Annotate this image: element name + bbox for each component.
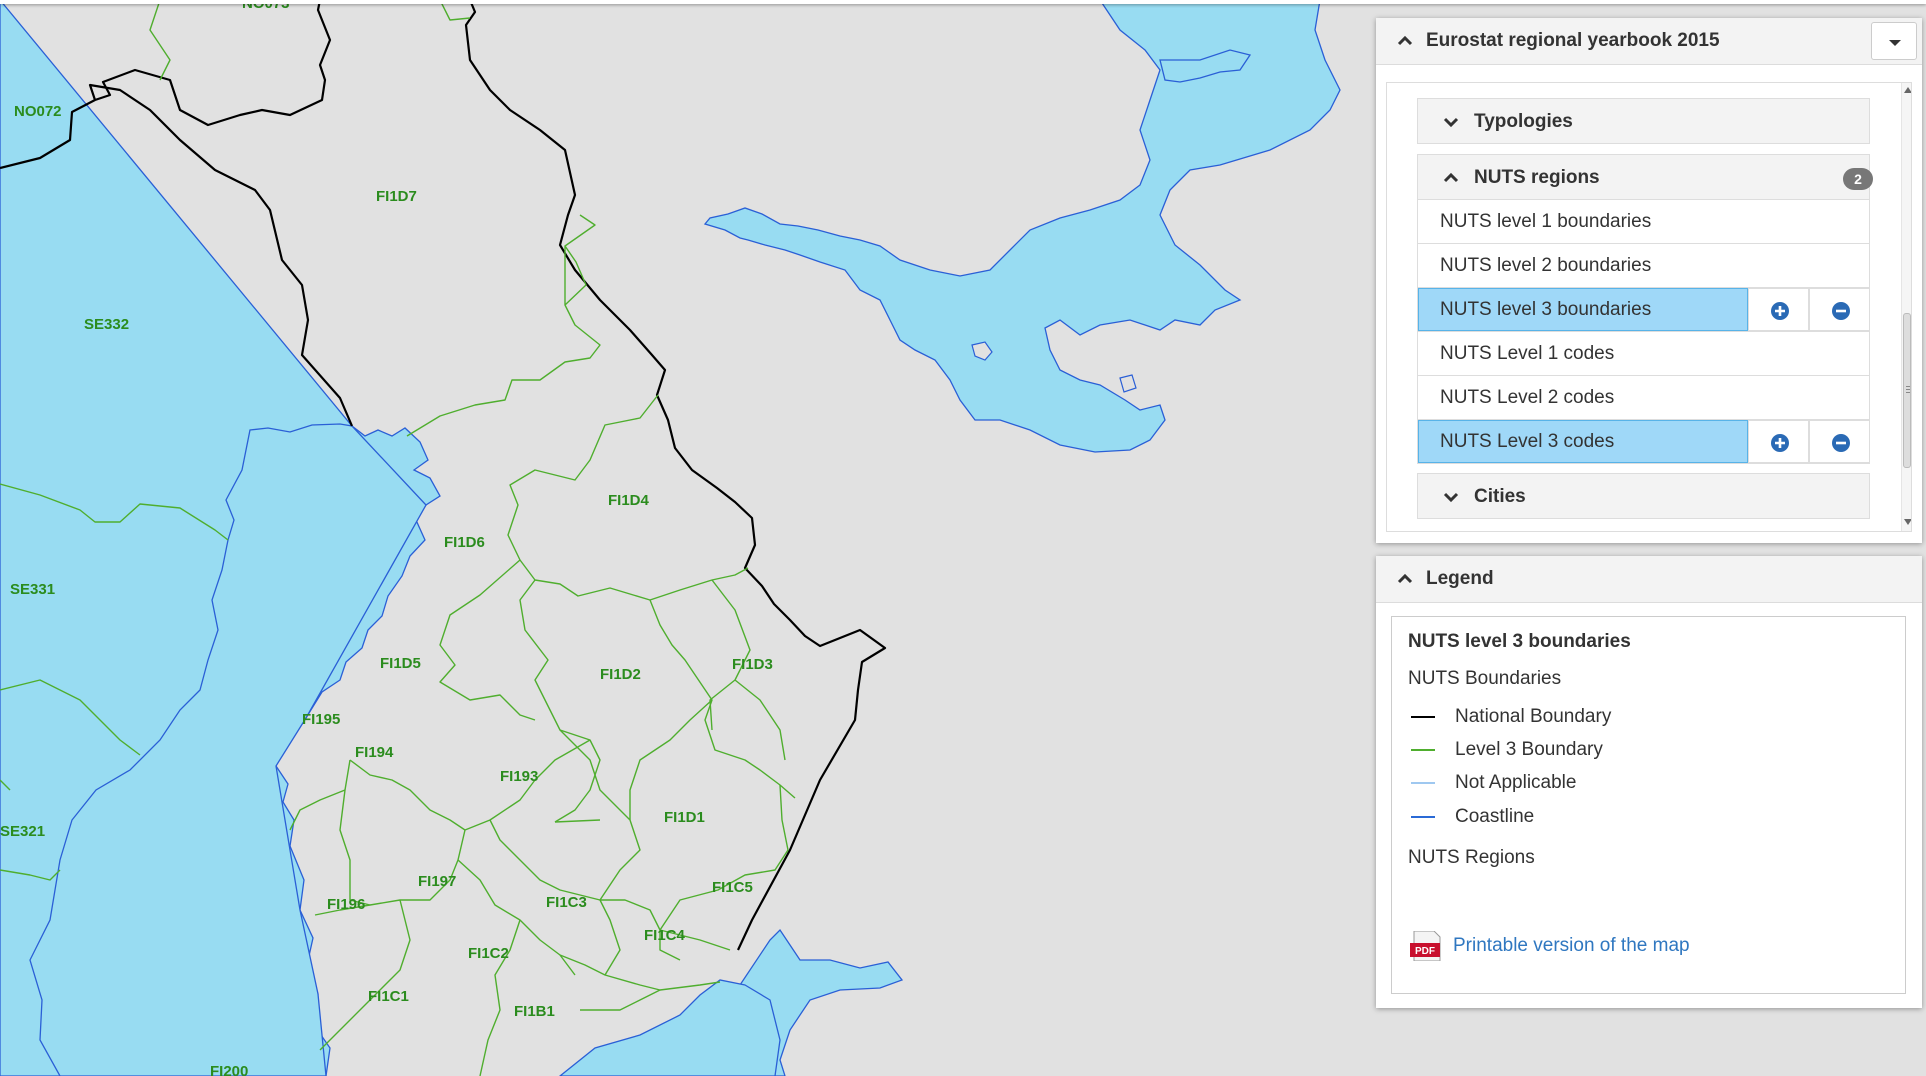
- layer-label: NUTS Level 3 codes: [1440, 431, 1615, 452]
- plus-circle-icon: [1771, 434, 1789, 452]
- layer-panel-header[interactable]: Eurostat regional yearbook 2015: [1376, 18, 1922, 65]
- minus-circle-icon: [1832, 302, 1850, 320]
- region-label: FI1D2: [600, 666, 641, 683]
- layer-label: NUTS Level 2 codes: [1440, 387, 1615, 408]
- region-label: FI1D1: [664, 809, 705, 826]
- scrollbar-thumb[interactable]: [1903, 313, 1911, 468]
- region-label: FI200: [210, 1063, 248, 1076]
- region-label: FI1D5: [380, 655, 421, 672]
- layer-nuts1-boundaries[interactable]: NUTS level 1 boundaries: [1417, 200, 1870, 244]
- top-edge: [0, 0, 1926, 4]
- region-label: FI1D7: [376, 188, 417, 205]
- scroll-down-arrow-icon[interactable]: [1904, 519, 1911, 525]
- layer-panel-title: Eurostat regional yearbook 2015: [1426, 30, 1720, 51]
- legend-title: Legend: [1426, 568, 1494, 589]
- group-label: NUTS regions: [1474, 167, 1600, 188]
- layer-list[interactable]: Typologies NUTS regions 2 NUTS level 1 b…: [1386, 82, 1912, 532]
- chevron-down-icon: [1443, 492, 1459, 503]
- region-label: NO072: [14, 103, 62, 120]
- dropdown-button[interactable]: [1871, 22, 1917, 60]
- layer-nuts3-boundaries[interactable]: NUTS level 3 boundaries: [1417, 288, 1870, 332]
- region-label: SE321: [0, 823, 45, 840]
- group-label: Cities: [1474, 486, 1526, 507]
- legend-entry-label: Not Applicable: [1455, 772, 1577, 793]
- legend-entry-label: Coastline: [1455, 806, 1535, 827]
- region-label: FI193: [500, 768, 538, 785]
- layer-label: NUTS Level 1 codes: [1440, 343, 1615, 364]
- layer-label: NUTS level 2 boundaries: [1440, 255, 1652, 276]
- region-label: FI1D4: [608, 492, 650, 509]
- zoom-out-button[interactable]: [1809, 420, 1870, 463]
- region-label: FI1C3: [546, 894, 587, 911]
- layer-panel: Eurostat regional yearbook 2015 Typologi…: [1376, 18, 1922, 543]
- legend-header[interactable]: Legend: [1376, 556, 1922, 603]
- region-label: FI1B1: [514, 1003, 555, 1020]
- scrollbar[interactable]: [1901, 83, 1911, 531]
- chevron-up-icon[interactable]: [1394, 568, 1416, 590]
- regions-heading: NUTS Regions: [1408, 847, 1535, 868]
- minus-circle-icon: [1832, 434, 1850, 452]
- layer-label: NUTS level 1 boundaries: [1440, 211, 1652, 232]
- region-label: SE331: [10, 581, 55, 598]
- region-label: FI196: [327, 896, 365, 913]
- region-label: FI1D6: [444, 534, 485, 551]
- national-boundary-swatch: [1411, 716, 1435, 718]
- group-typologies[interactable]: Typologies: [1417, 98, 1870, 144]
- group-nuts-regions[interactable]: NUTS regions 2: [1417, 154, 1873, 200]
- svg-text:PDF: PDF: [1415, 946, 1435, 957]
- legend-panel: Legend NUTS level 3 boundaries NUTS Boun…: [1376, 556, 1922, 1008]
- caret-down-icon: [1889, 40, 1901, 46]
- chevron-up-icon[interactable]: [1394, 30, 1416, 52]
- region-label: SE332: [84, 316, 129, 333]
- scroll-up-arrow-icon[interactable]: [1904, 87, 1911, 93]
- layer-nuts3-codes[interactable]: NUTS Level 3 codes: [1417, 420, 1870, 464]
- region-label: FI1C5: [712, 879, 753, 896]
- boundaries-heading: NUTS Boundaries: [1408, 668, 1562, 689]
- group-cities[interactable]: Cities: [1417, 473, 1870, 519]
- layer-label: NUTS level 3 boundaries: [1440, 299, 1652, 320]
- legend-layer-title: NUTS level 3 boundaries: [1408, 631, 1631, 652]
- not-applicable-swatch: [1411, 782, 1435, 784]
- layer-nuts2-codes[interactable]: NUTS Level 2 codes: [1417, 376, 1870, 420]
- chevron-down-icon: [1443, 117, 1459, 128]
- region-label: FI194: [355, 744, 394, 761]
- region-label: FI1C4: [644, 927, 686, 944]
- region-label: FI1C2: [468, 945, 509, 962]
- pdf-icon: PDF: [1410, 931, 1441, 961]
- region-label: FI1C1: [368, 988, 409, 1005]
- region-label: FI197: [418, 873, 456, 890]
- region-label: FI1D3: [732, 656, 773, 673]
- zoom-out-button[interactable]: [1809, 288, 1870, 331]
- coastline-swatch: [1411, 816, 1435, 818]
- legend-entry-label: National Boundary: [1455, 706, 1612, 727]
- zoom-in-button[interactable]: [1748, 420, 1809, 463]
- legend-body: NUTS level 3 boundaries NUTS Boundaries …: [1391, 616, 1906, 994]
- region-label: FI195: [302, 711, 340, 728]
- layer-nuts1-codes[interactable]: NUTS Level 1 codes: [1417, 332, 1870, 376]
- legend-entry-label: Level 3 Boundary: [1455, 739, 1603, 760]
- printable-link-text[interactable]: Printable version of the map: [1453, 935, 1690, 957]
- count-badge: 2: [1843, 168, 1873, 190]
- chevron-up-icon: [1443, 172, 1459, 183]
- level3-boundary-swatch: [1411, 749, 1435, 751]
- group-label: Typologies: [1474, 111, 1573, 132]
- plus-circle-icon: [1771, 302, 1789, 320]
- layer-nuts2-boundaries[interactable]: NUTS level 2 boundaries: [1417, 244, 1870, 288]
- zoom-in-button[interactable]: [1748, 288, 1809, 331]
